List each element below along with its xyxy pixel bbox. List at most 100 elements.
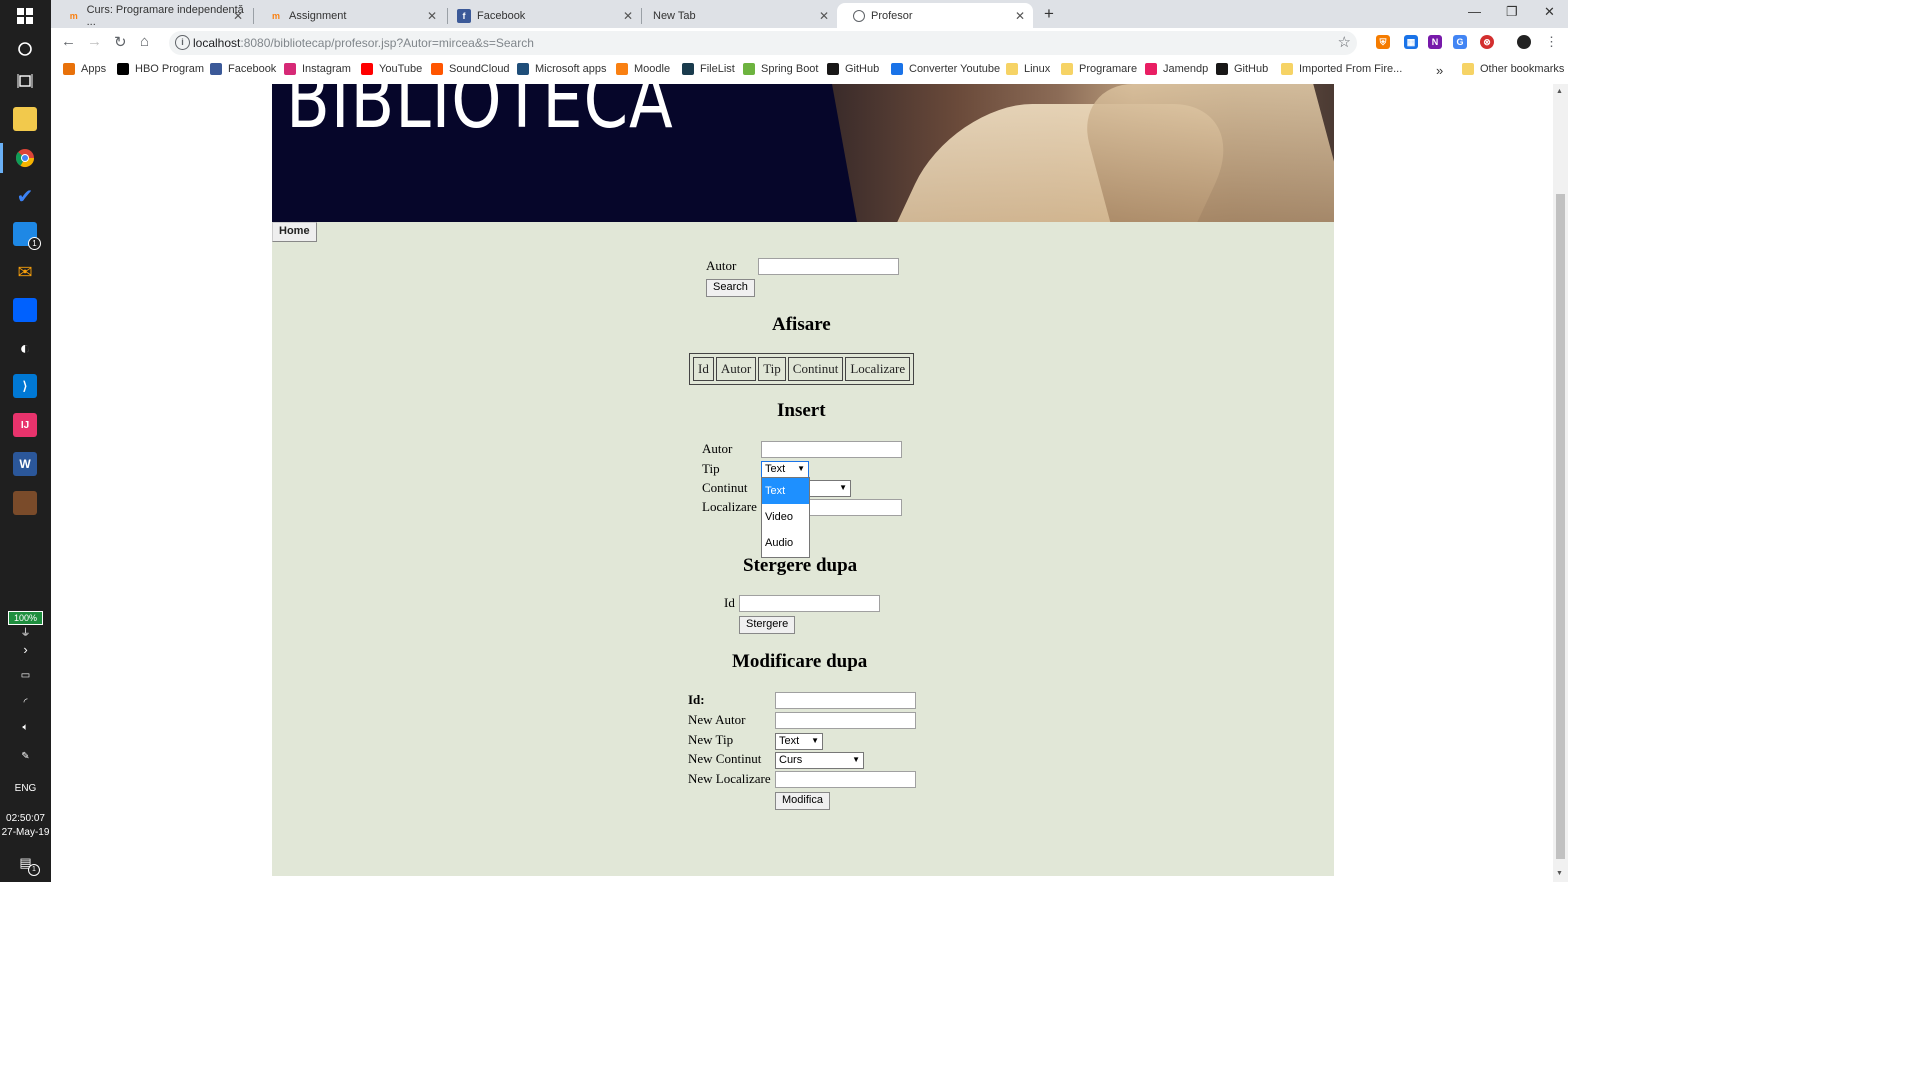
bookmark-spring-boot[interactable]: Spring Boot [743,63,818,75]
messenger-icon[interactable]: 1 [13,222,41,250]
modificare-id-input[interactable] [775,692,916,709]
home-icon[interactable]: ⌂ [140,33,149,50]
task-view-icon[interactable] [13,69,37,93]
action-center-icon[interactable]: ▤ [0,855,51,871]
eclipse-icon[interactable]: ◐ [13,336,37,360]
battery-indicator[interactable]: 100% [8,611,43,625]
new-tab-button[interactable]: + [1044,4,1054,24]
tab-assignment[interactable]: m Assignment ✕ [253,3,445,28]
volume-icon[interactable]: 🔈︎ [0,722,51,733]
tab-profesor[interactable]: Profesor ✕ [837,3,1033,28]
close-tab-icon[interactable]: ✕ [819,9,829,23]
close-window-icon[interactable]: ✕ [1544,4,1555,20]
clock-time[interactable]: 02:50:07 [0,813,51,824]
wifi-icon[interactable]: ◜ [0,697,51,708]
apps-grid-icon [63,63,75,75]
bookmark-programare[interactable]: Programare [1061,63,1137,75]
more-bookmarks-chevron[interactable]: » [1436,63,1443,78]
bookmark-converter-youtube[interactable]: Converter Youtube [891,63,1000,75]
reload-icon[interactable]: ↻ [114,33,127,51]
close-tab-icon[interactable]: ✕ [1015,9,1025,23]
bookmark-soundcloud[interactable]: SoundCloud [431,63,510,75]
new-tip-select[interactable]: Text ▼ [775,733,823,750]
bookmark-imported-from-fire[interactable]: Imported From Fire... [1281,63,1402,75]
chevron-right-icon[interactable]: › [0,642,51,657]
onenote-extension-icon[interactable]: N [1428,35,1442,49]
bookmark-facebook[interactable]: Facebook [210,63,276,75]
vertical-scrollbar[interactable]: ▲ ▼ [1553,84,1568,882]
todo-check-icon[interactable]: ✔ [13,184,37,208]
bookmark-microsoft-apps[interactable]: Microsoft apps [517,63,607,75]
address-bar[interactable]: i localhost:8080/bibliotecap/profesor.js… [169,31,1357,55]
bookmark-moodle[interactable]: Moodle [616,63,670,75]
cortana-search-icon[interactable] [13,37,37,61]
close-tab-icon[interactable]: ✕ [623,9,633,23]
chrome-menu-icon[interactable]: ⋮ [1545,34,1558,50]
scroll-up-arrow-icon[interactable]: ▲ [1556,88,1563,95]
bookmark-youtube[interactable]: YouTube [361,63,422,75]
search-autor-input[interactable] [758,258,899,275]
tab-facebook[interactable]: f Facebook ✕ [441,3,641,28]
windows-start-icon[interactable] [13,4,37,28]
scroll-down-arrow-icon[interactable]: ▼ [1556,870,1563,877]
bookmark-instagram[interactable]: Instagram [284,63,351,75]
active-app-indicator [0,143,3,173]
clock-date[interactable]: 27-May-19 [0,827,51,838]
new-autor-input[interactable] [775,712,916,729]
bookmark-hbo-program[interactable]: HBO Program [117,63,204,75]
bookmark-apps[interactable]: Apps [63,63,106,75]
keyboard-icon[interactable]: ▭ [0,670,51,681]
github-icon [827,63,839,75]
profile-avatar-icon[interactable] [1517,35,1531,49]
close-tab-icon[interactable]: ✕ [233,9,243,23]
close-tab-icon[interactable]: ✕ [427,9,437,23]
other-bookmarks-label: Other bookmarks [1480,63,1565,75]
modifica-button[interactable]: Modifica [775,792,830,810]
tip-option-text[interactable]: Text [762,478,809,504]
file-explorer-icon[interactable] [13,107,37,131]
facebook-icon: f [457,8,471,23]
intellij-icon[interactable]: IJ [13,413,37,437]
search-autor-label: Autor [706,258,737,273]
bookmark-linux[interactable]: Linux [1006,63,1050,75]
bookmark-jamendp[interactable]: Jamendp [1145,63,1208,75]
tip-option-video[interactable]: Video [762,504,809,530]
word-icon[interactable]: W [13,452,37,476]
site-info-icon[interactable]: i [175,35,190,50]
bookmark-star-icon[interactable]: ☆ [1338,33,1351,51]
extension-shield-icon[interactable]: ⛨ [1376,35,1390,49]
url-text[interactable]: localhost:8080/bibliotecap/profesor.jsp?… [193,36,534,50]
minimize-icon[interactable]: — [1468,4,1481,19]
game-app-icon[interactable] [13,491,37,515]
back-arrow-icon[interactable]: ← [61,33,76,50]
home-button[interactable]: Home [272,222,317,242]
tab-new-tab[interactable]: New Tab ✕ [637,3,837,28]
pen-icon[interactable]: ✎ [0,751,51,762]
stergere-button[interactable]: Stergere [739,616,796,634]
tab-curs[interactable]: m Curs: Programare independentă ... ✕ [51,3,251,28]
new-localizare-input[interactable] [775,771,916,788]
mail-icon[interactable]: ✉ [13,260,37,284]
new-tip-label: New Tip [688,732,734,747]
new-continut-select[interactable]: Curs ▼ [775,752,864,769]
chrome-icon[interactable] [13,146,37,170]
extension-calendar-icon[interactable]: ▦ [1404,35,1418,49]
other-bookmarks-folder[interactable]: Other bookmarks [1462,63,1564,75]
bookmark-github[interactable]: GitHub [827,63,879,75]
bookmark-filelist[interactable]: FileList [682,63,735,75]
vscode-icon[interactable]: ⟩ [13,374,37,398]
language-indicator[interactable]: ENG [0,783,51,794]
search-button[interactable]: Search [706,279,755,297]
windows-taskbar: ✔ 1 ✉ ◐ ⟩ IJ W 100% ⏚ › ▭ ◜ 🔈︎ ✎ ENG 02:… [0,0,51,882]
scroll-thumb[interactable] [1556,194,1565,859]
dropbox-icon[interactable] [13,298,37,322]
insert-tip-select[interactable]: Text ▼ [761,461,809,478]
insert-autor-input[interactable] [761,441,902,458]
translate-extension-icon[interactable]: G [1453,35,1467,49]
bookmark-github[interactable]: GitHub [1216,63,1268,75]
stergere-id-input[interactable] [739,595,880,612]
tip-option-audio[interactable]: Audio [762,530,809,556]
adblock-extension-icon[interactable]: ⊗ [1480,35,1494,49]
forward-arrow-icon[interactable]: → [87,33,102,50]
maximize-icon[interactable]: ❐ [1506,4,1518,20]
